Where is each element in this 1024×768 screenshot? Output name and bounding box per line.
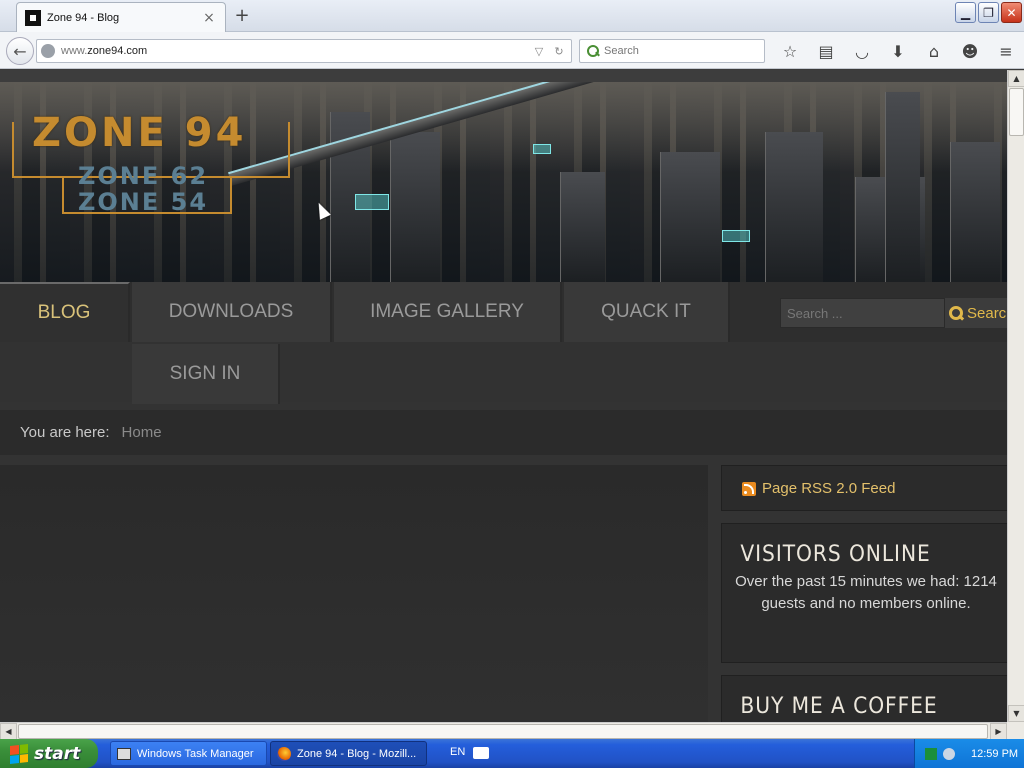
task-manager-icon — [117, 747, 131, 760]
search-placeholder: Search — [604, 45, 639, 57]
star-icon[interactable]: ☆ — [772, 40, 808, 62]
minimize-button[interactable]: ▁ — [955, 2, 976, 23]
building — [885, 92, 920, 282]
tab-close-icon[interactable]: × — [201, 10, 217, 26]
breadcrumb-label: You are here: — [20, 424, 110, 441]
hologram — [355, 194, 389, 210]
pocket-icon[interactable]: ◡ — [844, 40, 880, 62]
logo-main-text: ZONE 94 — [32, 110, 247, 156]
close-window-button[interactable]: ✕ — [1001, 2, 1022, 23]
site-favicon-icon — [25, 9, 41, 26]
scroll-up-icon[interactable]: ▲ — [1008, 70, 1024, 87]
arrow-left-icon: ← — [13, 41, 27, 61]
menu-item-image-gallery[interactable]: IMAGE GALLERY — [334, 282, 562, 342]
browser-navbar: ← www.zone94.com ▽ ↻ Search ☆ ▤ ◡ ⬇ ⌂ ☻ … — [0, 32, 1024, 69]
rss-icon — [742, 481, 756, 496]
tab-title: Zone 94 - Blog — [47, 11, 120, 24]
visitors-text: Over the past 15 minutes we had: 1214 gu… — [735, 573, 997, 612]
building — [660, 152, 720, 282]
hologram — [533, 144, 551, 154]
menu-icon[interactable]: ≡ — [988, 40, 1024, 62]
vertical-scrollbar[interactable]: ▲ ▼ — [1007, 70, 1024, 722]
site-logo[interactable]: ZONE 94 ZONE 62 ZONE 54 — [12, 110, 292, 230]
globe-icon — [41, 44, 55, 58]
main-menu: BLOG DOWNLOADS IMAGE GALLERY QUACK IT SI… — [0, 282, 1007, 404]
browser-search-input[interactable]: Search — [579, 39, 765, 63]
firefox-icon — [277, 746, 291, 761]
scroll-down-icon[interactable]: ▼ — [1008, 705, 1024, 722]
horizontal-scrollbar[interactable]: ◀ ▶ — [0, 722, 1007, 740]
volume-icon[interactable] — [943, 747, 955, 760]
menu-item-downloads[interactable]: DOWNLOADS — [132, 282, 332, 342]
page-top-strip — [0, 70, 1007, 82]
windows-flag-icon — [10, 743, 28, 764]
keyboard-icon[interactable] — [473, 747, 489, 759]
search-icon — [949, 306, 963, 320]
rss-widget: Page RSS 2.0 Feed — [721, 465, 1007, 511]
reload-icon[interactable]: ↻ — [551, 45, 567, 58]
browser-titlebar: Zone 94 - Blog × + ▁ ❐ ✕ — [0, 0, 1024, 32]
tray-app-icon[interactable] — [925, 747, 937, 760]
toolbar-icons: ☆ ▤ ◡ ⬇ ⌂ ☻ ≡ — [772, 40, 1024, 62]
taskbar-firefox[interactable]: Zone 94 - Blog - Mozill... — [270, 741, 427, 766]
start-button[interactable]: start — [0, 739, 98, 768]
logo-sub-text: ZONE 54 — [78, 188, 209, 216]
visitors-title: VISITORS ONLINE — [740, 542, 931, 567]
scrollbar-corner — [1007, 722, 1024, 739]
coffee-widget: BUY ME A COFFEE — [721, 675, 1007, 722]
language-indicator[interactable]: EN — [450, 746, 465, 758]
page-viewport: ZONE 94 ZONE 62 ZONE 54 BLOG DOWNLOADS I… — [0, 70, 1007, 722]
menu-item-quack-it[interactable]: QUACK IT — [564, 282, 730, 342]
menu-item-blog[interactable]: BLOG — [0, 282, 130, 342]
building — [560, 172, 605, 282]
building — [765, 132, 823, 282]
reading-list-icon[interactable]: ▤ — [808, 40, 844, 62]
search-engine-icon — [586, 44, 600, 58]
windows-taskbar: start Windows Task Manager Zone 94 - Blo… — [0, 739, 1024, 768]
url-bar[interactable]: www.zone94.com ▽ ↻ — [36, 39, 572, 63]
coffee-title: BUY ME A COFFEE — [740, 694, 938, 719]
horizontal-scroll-thumb[interactable] — [18, 724, 988, 739]
system-tray: 12:59 PM — [914, 739, 1024, 768]
browser-tab[interactable]: Zone 94 - Blog × — [16, 2, 226, 32]
clock: 12:59 PM — [971, 747, 1019, 760]
logo-sub-text: ZONE 62 — [78, 162, 209, 190]
site-search-input[interactable]: Search ... — [780, 298, 945, 328]
new-tab-button[interactable]: + — [232, 6, 252, 26]
scroll-right-icon[interactable]: ▶ — [990, 723, 1007, 740]
chat-icon[interactable]: ☻ — [952, 40, 988, 62]
back-button[interactable]: ← — [6, 37, 34, 65]
home-icon[interactable]: ⌂ — [916, 40, 952, 62]
building — [950, 142, 1000, 282]
rss-feed-link[interactable]: Page RSS 2.0 Feed — [722, 466, 1007, 511]
vertical-scroll-thumb[interactable] — [1009, 88, 1024, 136]
visitors-widget: VISITORS ONLINE Over the past 15 minutes… — [721, 523, 1007, 663]
hologram — [722, 230, 750, 242]
building — [390, 132, 440, 282]
restore-button[interactable]: ❐ — [978, 2, 999, 23]
breadcrumb: You are here: Home — [0, 410, 1007, 455]
site-banner: ZONE 94 ZONE 62 ZONE 54 — [0, 82, 1007, 282]
taskbar-task-manager[interactable]: Windows Task Manager — [110, 741, 267, 766]
breadcrumb-home-link[interactable]: Home — [122, 424, 162, 441]
menu-item-sign-in[interactable]: SIGN IN — [132, 344, 280, 404]
download-icon[interactable]: ⬇ — [880, 40, 916, 62]
site-search-button[interactable]: Search — [945, 298, 1007, 328]
main-content — [0, 465, 708, 722]
window-controls: ▁ ❐ ✕ — [955, 2, 1022, 23]
scroll-left-icon[interactable]: ◀ — [0, 723, 17, 740]
url-dropdown-icon[interactable]: ▽ — [531, 45, 547, 58]
url-text: www.zone94.com — [61, 45, 148, 57]
